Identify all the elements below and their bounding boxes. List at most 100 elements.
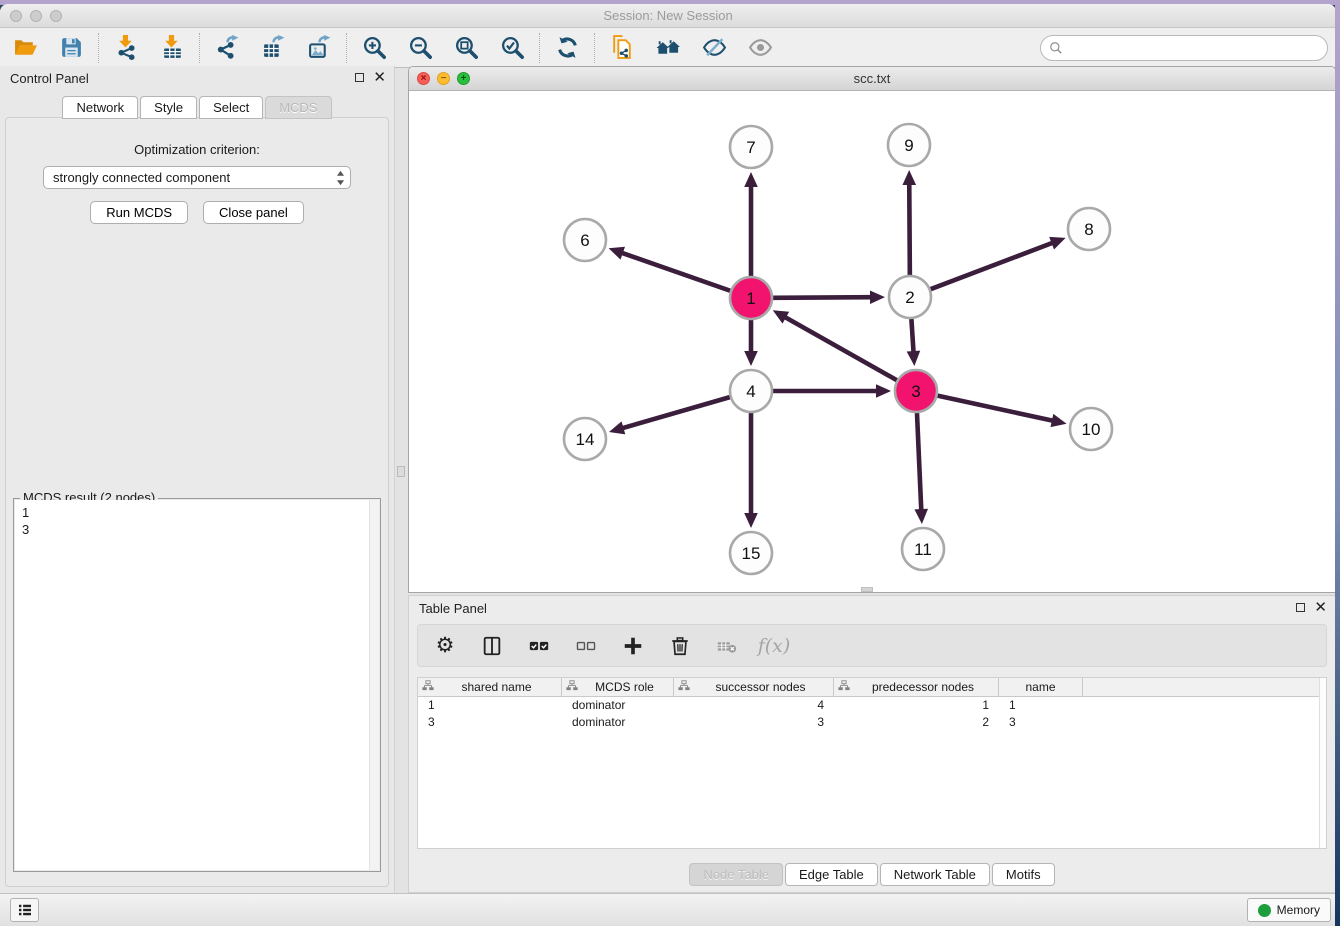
node-8[interactable]: 8 bbox=[1068, 208, 1110, 250]
select-all-icon[interactable] bbox=[526, 633, 552, 659]
node-11[interactable]: 11 bbox=[902, 528, 944, 570]
deselect-all-icon[interactable] bbox=[573, 633, 599, 659]
node-6[interactable]: 6 bbox=[564, 219, 606, 261]
export-image-icon[interactable] bbox=[304, 34, 334, 62]
task-history-button[interactable] bbox=[10, 898, 39, 922]
network-canvas[interactable]: 1 2 3 4 6 7 8 9 10 11 14 15 bbox=[409, 91, 1335, 592]
table-cell: 3 bbox=[674, 714, 834, 731]
svg-text:9: 9 bbox=[904, 136, 913, 155]
table-row[interactable]: 1dominator411 bbox=[418, 697, 1326, 714]
toolbar-separator bbox=[539, 33, 540, 63]
panel-splitter[interactable] bbox=[395, 66, 408, 893]
table-cell: 1 bbox=[999, 697, 1083, 714]
node-9[interactable]: 9 bbox=[888, 124, 930, 166]
network-minimize-button[interactable]: − bbox=[437, 72, 450, 85]
mcds-panel: Optimization criterion: strongly connect… bbox=[5, 117, 389, 887]
splitter-grip[interactable] bbox=[397, 466, 405, 477]
control-panel-header: Control Panel ✕ bbox=[0, 66, 394, 92]
close-panel-icon[interactable]: ✕ bbox=[373, 72, 386, 83]
edge-2-8[interactable] bbox=[931, 242, 1055, 289]
zoom-selected-icon[interactable] bbox=[497, 34, 527, 62]
edge-arrowhead bbox=[609, 421, 625, 434]
close-window-button[interactable] bbox=[10, 10, 22, 22]
svg-text:11: 11 bbox=[914, 540, 932, 559]
export-table-icon[interactable] bbox=[258, 34, 288, 62]
copy-network-icon[interactable] bbox=[607, 34, 637, 62]
result-scrollbar[interactable] bbox=[369, 500, 379, 870]
svg-text:8: 8 bbox=[1084, 220, 1093, 239]
network-close-button[interactable]: × bbox=[417, 72, 430, 85]
zoom-in-icon[interactable] bbox=[359, 34, 389, 62]
edge-3-1[interactable] bbox=[783, 316, 897, 380]
delete-icon[interactable] bbox=[667, 633, 693, 659]
tab-style[interactable]: Style bbox=[140, 96, 197, 119]
add-column-icon[interactable] bbox=[620, 633, 646, 659]
column-header-successor-nodes[interactable]: successor nodes bbox=[674, 678, 834, 696]
column-header-MCDS-role[interactable]: MCDS role bbox=[562, 678, 674, 696]
zoom-fit-icon[interactable] bbox=[451, 34, 481, 62]
zoom-out-icon[interactable] bbox=[405, 34, 435, 62]
column-header-predecessor-nodes[interactable]: predecessor nodes bbox=[834, 678, 999, 696]
edge-arrowhead bbox=[907, 351, 921, 366]
node-2[interactable]: 2 bbox=[889, 276, 931, 318]
search-box[interactable] bbox=[1040, 35, 1328, 61]
refresh-icon[interactable] bbox=[552, 34, 582, 62]
edge-3-11[interactable] bbox=[917, 413, 921, 512]
run-mcds-button[interactable]: Run MCDS bbox=[90, 201, 188, 224]
zoom-window-button[interactable] bbox=[50, 10, 62, 22]
memory-button[interactable]: Memory bbox=[1247, 898, 1331, 922]
app-window: Session: New Session Control Panel ✕ bbox=[0, 4, 1336, 926]
tab-network-table[interactable]: Network Table bbox=[880, 863, 990, 886]
node-10[interactable]: 10 bbox=[1070, 408, 1112, 450]
edge-2-9[interactable] bbox=[909, 182, 910, 275]
save-session-icon[interactable] bbox=[56, 34, 86, 62]
canvas-resize-handle[interactable] bbox=[861, 587, 873, 592]
column-header-name[interactable]: name bbox=[999, 678, 1083, 696]
node-attribute-icon bbox=[838, 680, 852, 694]
node-attribute-icon bbox=[422, 680, 436, 694]
tab-mcds[interactable]: MCDS bbox=[265, 96, 331, 119]
export-network-icon[interactable] bbox=[212, 34, 242, 62]
node-15[interactable]: 15 bbox=[730, 532, 772, 574]
node-1[interactable]: 1 bbox=[730, 277, 772, 319]
hide-details-icon[interactable] bbox=[699, 34, 729, 62]
open-file-icon[interactable] bbox=[10, 34, 40, 62]
close-panel-button[interactable]: Close panel bbox=[203, 201, 304, 224]
task-list-icon bbox=[16, 901, 34, 919]
import-table-icon[interactable] bbox=[157, 34, 187, 62]
tab-select[interactable]: Select bbox=[199, 96, 263, 119]
node-attribute-icon bbox=[566, 680, 580, 694]
tab-node-table[interactable]: Node Table bbox=[689, 863, 783, 886]
node-4[interactable]: 4 bbox=[730, 370, 772, 412]
minimize-window-button[interactable] bbox=[30, 10, 42, 22]
control-panel-title: Control Panel bbox=[10, 71, 89, 86]
float-table-panel-icon[interactable] bbox=[1296, 603, 1305, 612]
float-panel-icon[interactable] bbox=[355, 73, 364, 82]
edge-3-10[interactable] bbox=[937, 396, 1054, 421]
tab-edge-table[interactable]: Edge Table bbox=[785, 863, 878, 886]
network-maximize-button[interactable]: + bbox=[457, 72, 470, 85]
tab-motifs[interactable]: Motifs bbox=[992, 863, 1055, 886]
settings-gear-icon[interactable]: ⚙ bbox=[432, 633, 458, 659]
node-14[interactable]: 14 bbox=[564, 418, 606, 460]
home-icon[interactable] bbox=[653, 34, 683, 62]
column-header-shared-name[interactable]: shared name bbox=[418, 678, 562, 696]
edge-1-6[interactable] bbox=[620, 252, 730, 291]
edge-2-3[interactable] bbox=[911, 319, 913, 354]
close-table-panel-icon[interactable]: ✕ bbox=[1314, 602, 1327, 613]
svg-text:6: 6 bbox=[580, 231, 589, 250]
node-7[interactable]: 7 bbox=[730, 126, 772, 168]
node-3[interactable]: 3 bbox=[895, 370, 937, 412]
svg-text:14: 14 bbox=[576, 430, 595, 449]
tab-network[interactable]: Network bbox=[62, 96, 138, 119]
network-window-titlebar: scc.txt × − + bbox=[409, 67, 1335, 91]
edge-1-2[interactable] bbox=[773, 297, 873, 298]
table-row[interactable]: 3dominator323 bbox=[418, 714, 1326, 731]
columns-icon[interactable] bbox=[479, 633, 505, 659]
table-scrollbar[interactable] bbox=[1319, 678, 1326, 848]
import-network-icon[interactable] bbox=[111, 34, 141, 62]
edge-4-14[interactable] bbox=[621, 397, 730, 429]
function-builder-icon: f(x) bbox=[761, 633, 787, 659]
optimization-criterion-dropdown[interactable]: strongly connected component bbox=[43, 166, 351, 189]
search-input[interactable] bbox=[1063, 38, 1327, 58]
